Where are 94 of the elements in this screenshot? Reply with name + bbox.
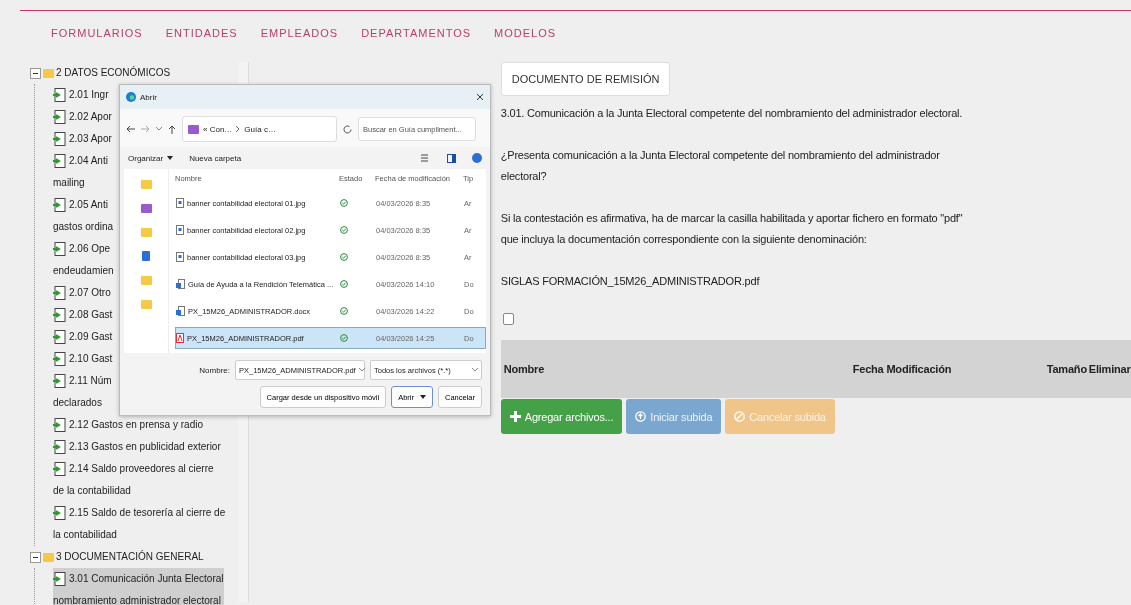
caret-icon xyxy=(167,156,174,160)
tree-item[interactable]: 3.01 Comunicación Junta Electoral nombramiento administrador electoral xyxy=(53,568,224,605)
address-bar[interactable]: « Con… Guía c… xyxy=(182,116,337,142)
tree-group-label[interactable]: 2 DATOS ECONÓMICOS xyxy=(56,62,171,84)
column-header: Fecha Modificación xyxy=(852,363,953,375)
check-circle-icon xyxy=(340,307,348,315)
paragraph: 3.01. Comunicación a la Junta Electoral competente del nombramiento del administrador electoral. xyxy=(500,106,964,121)
tree-item[interactable]: 2.06 Ope endeudamien xyxy=(53,238,114,282)
document-icon xyxy=(53,352,66,367)
nav-link[interactable]: DEPARTAMENTOS xyxy=(361,27,472,39)
tree-item[interactable]: 2.10 Gast xyxy=(53,348,113,370)
dialog-title: Abrir xyxy=(140,92,158,102)
document-icon xyxy=(53,242,66,257)
word-file-icon xyxy=(176,306,185,316)
check-circle-icon xyxy=(340,199,348,207)
chevron-right-icon xyxy=(236,126,241,132)
document-icon xyxy=(53,440,66,455)
image-file-icon xyxy=(176,225,184,235)
document-icon xyxy=(53,330,66,345)
field-label: Nombre: xyxy=(199,365,230,375)
check-circle-icon xyxy=(340,334,348,342)
check-circle-icon xyxy=(340,253,348,261)
preview-pane-icon[interactable] xyxy=(447,153,456,163)
tree-item[interactable]: 2.14 Saldo proveedores al cierre de la contabilidad xyxy=(53,458,214,502)
tree-item[interactable]: 2.04 Anti mailing xyxy=(53,150,108,194)
tree-item[interactable]: 2.11 Núm declarados xyxy=(53,370,112,414)
word-file-icon xyxy=(176,279,185,289)
folder-icon xyxy=(43,552,54,562)
tree-item[interactable]: 2.09 Gast xyxy=(53,326,113,348)
breadcrumb[interactable]: Guía c… xyxy=(244,124,276,134)
upload-icon xyxy=(635,411,647,422)
paragraph: SIGLAS FORMACIÓN_15M26_ADMINISTRADOR.pdf xyxy=(500,274,761,289)
check-circle-icon xyxy=(340,280,348,288)
toolbar-button[interactable]: Organizar xyxy=(128,153,174,163)
document-icon xyxy=(53,418,66,433)
chevron-down-icon xyxy=(156,127,162,131)
toolbar-button[interactable]: Nueva carpeta xyxy=(189,153,242,163)
refresh-icon[interactable] xyxy=(343,124,352,134)
paragraph: Si la contestación es afirmativa, ha de marcar la casilla habilitada y aportar fichero en formato "pdf" que incluya la documentación correspondiente con la siguiente denominación: xyxy=(500,211,964,247)
tree-item[interactable]: 2.05 Anti gastos ordina xyxy=(53,194,114,238)
column-header: Tamaño xyxy=(1046,363,1085,375)
drive-icon xyxy=(142,251,150,261)
tree-item[interactable]: 2.02 Apor xyxy=(53,106,112,128)
nav-link[interactable]: MODELOS xyxy=(494,27,557,39)
folder-icon xyxy=(188,124,199,134)
tree-group-label[interactable]: 3 DOCUMENTACIÓN GENERAL xyxy=(56,546,204,568)
document-icon xyxy=(53,154,66,169)
plus-icon xyxy=(509,411,521,422)
paragraph: ¿Presenta comunicación a la Junta Electoral competente del nombramiento del administrador electoral? xyxy=(500,148,941,184)
document-button[interactable]: DOCUMENTO DE REMISIÓN xyxy=(500,62,671,96)
image-file-icon xyxy=(176,198,184,208)
column-header: Eliminar xyxy=(1088,363,1131,375)
nav-link[interactable]: ENTIDADES xyxy=(165,27,238,39)
breadcrumb[interactable]: « Con… xyxy=(203,124,233,134)
checkbox[interactable] xyxy=(502,313,514,325)
pdf-file-icon xyxy=(176,333,184,343)
folder-icon xyxy=(140,227,152,237)
minus-box-icon[interactable] xyxy=(30,551,41,563)
document-icon xyxy=(53,308,66,323)
tree-item[interactable]: 2.12 Gastos en prensa y radio xyxy=(53,414,203,436)
document-icon xyxy=(53,198,66,213)
folder-icon xyxy=(140,179,152,189)
tree-item[interactable]: 2.15 Saldo de tesorería al cierre de la contabilidad xyxy=(53,502,226,546)
ban-icon xyxy=(734,411,746,422)
up-icon[interactable] xyxy=(168,124,176,134)
document-icon xyxy=(53,286,66,301)
caret-icon xyxy=(420,395,426,399)
tree-item[interactable]: 2.03 Apor xyxy=(53,128,112,150)
chevron-down-icon xyxy=(472,368,478,372)
column-header: Nombre xyxy=(503,363,546,375)
tree-item[interactable]: 2.13 Gastos en publicidad exterior xyxy=(53,436,221,458)
folder-icon xyxy=(140,275,152,285)
check-circle-icon xyxy=(340,226,348,234)
document-icon xyxy=(53,110,66,125)
nav-link[interactable]: EMPLEADOS xyxy=(260,27,339,39)
nav-link[interactable]: FORMULARIOS xyxy=(51,27,143,39)
folder-icon xyxy=(140,203,152,213)
minus-box-icon[interactable] xyxy=(30,67,41,79)
document-icon xyxy=(53,572,66,587)
image-file-icon xyxy=(176,252,184,262)
document-icon xyxy=(53,374,66,389)
close-icon[interactable] xyxy=(476,93,484,101)
document-icon xyxy=(53,506,66,521)
folder-icon xyxy=(140,299,152,309)
document-icon xyxy=(53,462,66,477)
tree-item[interactable]: 2.07 Otro xyxy=(53,282,111,304)
folder-icon xyxy=(43,68,54,78)
document-icon xyxy=(53,132,66,147)
tree-item[interactable]: 2.08 Gast xyxy=(53,304,113,326)
browser-icon xyxy=(126,92,136,102)
back-icon[interactable] xyxy=(126,125,135,133)
chevron-down-icon xyxy=(358,368,365,372)
document-icon xyxy=(53,88,66,103)
tree-item[interactable]: 2.01 Ingr xyxy=(53,84,109,106)
